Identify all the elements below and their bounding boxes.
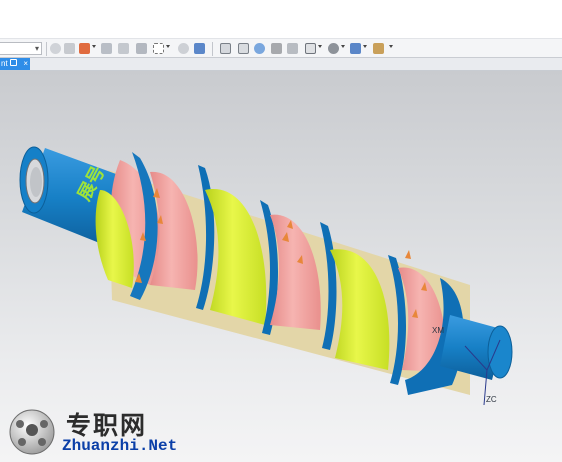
close-icon[interactable]: × <box>23 58 28 70</box>
snap-icon[interactable] <box>64 43 75 54</box>
document-tab-bar: nt × <box>0 58 562 71</box>
box-select-icon[interactable] <box>153 43 164 54</box>
caret-down-icon[interactable] <box>389 45 393 48</box>
axis-label-zc: ZC <box>486 395 497 404</box>
watermark-url: Zhuanzhi.Net <box>62 437 178 455</box>
caret-down-icon[interactable] <box>341 45 345 48</box>
cube-icon[interactable] <box>194 43 205 54</box>
helix-flights <box>95 152 464 395</box>
rotate-icon[interactable] <box>118 43 129 54</box>
view-icon[interactable] <box>178 43 189 54</box>
refresh-icon[interactable] <box>254 43 265 54</box>
grid-icon[interactable] <box>305 43 316 54</box>
select-icon[interactable] <box>79 43 90 54</box>
soccer-ball-logo <box>9 409 55 455</box>
move-icon[interactable] <box>101 43 112 54</box>
toolbar-separator <box>212 42 213 56</box>
title-area <box>0 0 562 38</box>
chevron-down-icon: ▾ <box>34 44 39 53</box>
edit-icon[interactable] <box>287 43 298 54</box>
toolbar: ▾ <box>0 38 562 58</box>
tab-label: nt <box>1 59 8 68</box>
caret-down-icon[interactable] <box>318 45 322 48</box>
caret-down-icon[interactable] <box>166 45 170 48</box>
measure-icon[interactable] <box>50 43 61 54</box>
axis-label-xm: XM <box>432 326 444 335</box>
document-tab[interactable]: nt × <box>0 58 30 70</box>
caret-down-icon[interactable] <box>363 45 367 48</box>
solid-icon[interactable] <box>350 43 361 54</box>
toolbar-separator <box>46 42 47 56</box>
pin-icon[interactable] <box>9 59 17 66</box>
caret-down-icon[interactable] <box>92 45 96 48</box>
sketch-icon[interactable] <box>220 43 231 54</box>
layer-icon[interactable] <box>238 43 249 54</box>
render-icon[interactable] <box>328 43 339 54</box>
copy-icon[interactable] <box>136 43 147 54</box>
flag-icon[interactable] <box>373 43 384 54</box>
paint-icon[interactable] <box>271 43 282 54</box>
watermark: 专职网 Zhuanzhi.Net <box>8 404 198 460</box>
selection-filter-dropdown[interactable]: ▾ <box>0 42 42 55</box>
